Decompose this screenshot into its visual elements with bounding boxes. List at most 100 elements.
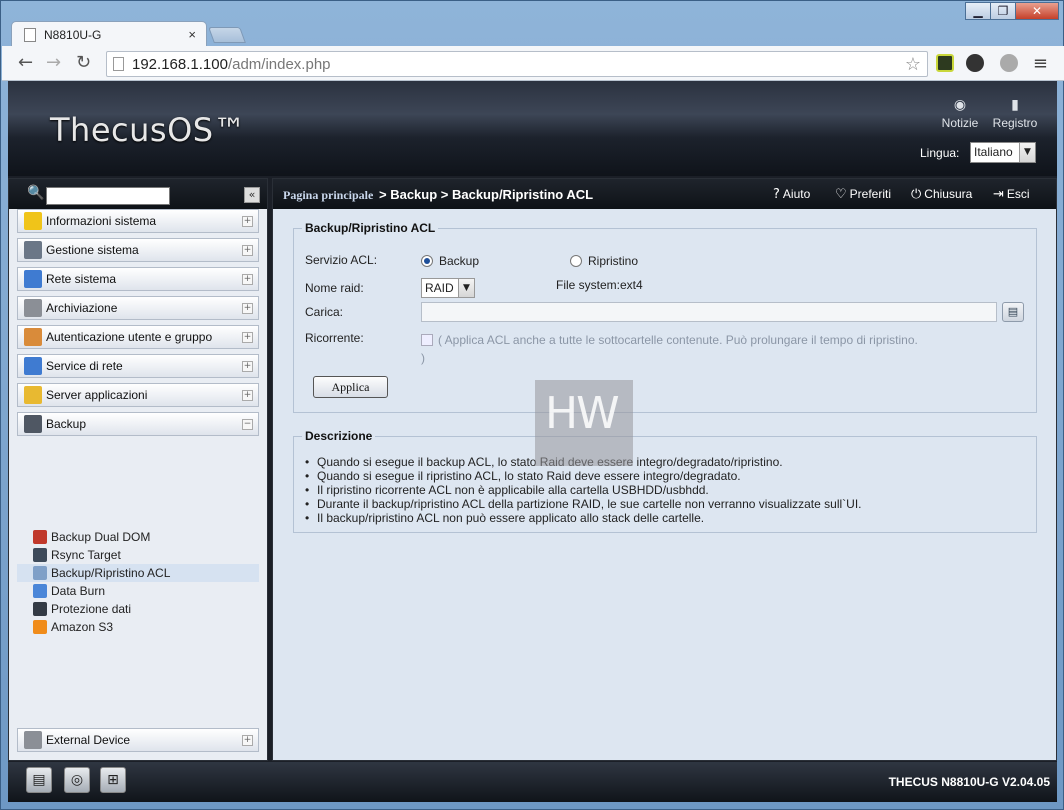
forward-icon[interactable]: → bbox=[46, 52, 61, 73]
category-icon bbox=[24, 415, 42, 433]
notifications-label: Notizie bbox=[941, 116, 979, 130]
logout-button[interactable]: ⇥ Esci bbox=[993, 187, 1030, 202]
favorites-button[interactable]: ♡ Preferiti bbox=[835, 187, 891, 202]
sidebar-item-label: External Device bbox=[46, 733, 131, 747]
bookmark-star-icon[interactable]: ☆ bbox=[905, 54, 921, 75]
language-select[interactable]: Italiano ▼ bbox=[970, 142, 1036, 163]
category-icon bbox=[24, 270, 42, 288]
new-tab-button[interactable] bbox=[208, 27, 246, 43]
description-item: Il ripristino ricorrente ACL non è appli… bbox=[305, 483, 861, 497]
thecus-app: ThecusOS™ ◉ Notizie ▮ Registro Lingua: I… bbox=[8, 81, 1057, 802]
sidebar-subitem-rsync-target[interactable]: Rsync Target bbox=[17, 546, 259, 564]
expand-icon[interactable]: + bbox=[242, 389, 253, 401]
tab-close-icon[interactable]: × bbox=[188, 27, 196, 42]
address-bar[interactable]: 192.168.1.100/adm/index.php ☆ bbox=[106, 51, 928, 77]
log-button[interactable]: ▮ Registro bbox=[990, 97, 1040, 130]
description-item: Il backup/ripristino ACL non può essere … bbox=[305, 511, 861, 525]
raid-select[interactable]: RAID ▼ bbox=[421, 278, 475, 298]
collapse-sidebar-icon[interactable]: « bbox=[244, 187, 260, 203]
sidebar-subitem-amazon-s3[interactable]: Amazon S3 bbox=[17, 618, 259, 636]
restore-radio-label[interactable]: Ripristino bbox=[588, 254, 638, 268]
apply-button[interactable]: Applica bbox=[313, 376, 388, 398]
expand-icon[interactable]: + bbox=[242, 360, 253, 372]
close-window-icon[interactable]: ✕ bbox=[1015, 2, 1059, 20]
rss-icon: ◉ bbox=[953, 97, 967, 113]
description-item: Quando si esegue il ripristino ACL, lo s… bbox=[305, 469, 861, 483]
breadcrumb-home-link[interactable]: Pagina principale bbox=[283, 188, 373, 203]
notifications-button[interactable]: ◉ Notizie bbox=[941, 97, 979, 130]
sidebar-subitem-label: Protezione dati bbox=[51, 602, 132, 616]
page-icon bbox=[113, 57, 124, 71]
recurring-checkbox[interactable] bbox=[421, 334, 433, 346]
thecus-logo: ThecusOS™ bbox=[50, 111, 247, 149]
subitem-icon bbox=[33, 602, 47, 616]
speech-bubble-icon: ▮ bbox=[1011, 97, 1019, 113]
sidebar-subitem-protezione-dati[interactable]: Protezione dati bbox=[17, 600, 259, 618]
minimize-icon[interactable]: ▁ bbox=[965, 2, 991, 20]
sidebar-item-external-device[interactable]: External Device + bbox=[17, 728, 259, 752]
sidebar-item-server-applicazioni[interactable]: Server applicazioni + bbox=[17, 383, 259, 407]
sidebar-item-rete-sistema[interactable]: Rete sistema + bbox=[17, 267, 259, 291]
main-panel: Pagina principale > Backup > Backup/Ripr… bbox=[272, 178, 1057, 761]
browser-menu-icon[interactable]: ≡ bbox=[1033, 53, 1048, 74]
sidebar-search-input[interactable] bbox=[46, 187, 170, 205]
expand-icon[interactable]: + bbox=[242, 302, 253, 314]
expand-icon[interactable]: + bbox=[242, 244, 253, 256]
acl-form-legend: Backup/Ripristino ACL bbox=[305, 221, 436, 235]
description-legend: Descrizione bbox=[305, 429, 373, 443]
restore-radio[interactable] bbox=[570, 255, 582, 267]
sidebar-subitem-data-burn[interactable]: Data Burn bbox=[17, 582, 259, 600]
upload-file-input[interactable] bbox=[421, 302, 997, 322]
help-icon: ? bbox=[773, 187, 780, 202]
browser-toolbar: ← → ↻ 192.168.1.100/adm/index.php ☆ ≡ bbox=[2, 46, 1064, 81]
extension-shield-icon[interactable] bbox=[1000, 54, 1018, 72]
sidebar-subitem-backup-ripristino-acl[interactable]: Backup/Ripristino ACL bbox=[17, 564, 259, 582]
back-icon[interactable]: ← bbox=[18, 52, 33, 73]
sidebar-item-label: Archiviazione bbox=[46, 301, 118, 315]
subitem-icon bbox=[33, 566, 47, 580]
sidebar-subitem-backup-dual-dom[interactable]: Backup Dual DOM bbox=[17, 528, 259, 546]
sidebar-item-backup[interactable]: Backup − bbox=[17, 412, 259, 436]
recurring-note-close: ) bbox=[421, 351, 425, 365]
shutdown-button[interactable]: ⏻ Chiusura bbox=[911, 187, 972, 202]
sidebar-subitem-label: Backup Dual DOM bbox=[51, 530, 151, 544]
expand-icon[interactable]: + bbox=[242, 215, 253, 227]
category-icon bbox=[24, 299, 42, 317]
help-button[interactable]: ? Aiuto bbox=[773, 187, 810, 202]
service-label: Servizio ACL: bbox=[305, 253, 378, 267]
sidebar-item-autenticazione-utente-e-gruppo[interactable]: Autenticazione utente e gruppo + bbox=[17, 325, 259, 349]
expand-icon[interactable]: + bbox=[242, 273, 253, 285]
expand-icon[interactable]: + bbox=[242, 331, 253, 343]
help-label: Aiuto bbox=[782, 187, 811, 201]
heart-icon: ♡ bbox=[835, 187, 847, 202]
network-tree-icon[interactable]: ⊞ bbox=[100, 767, 126, 793]
server-icon[interactable]: ▤ bbox=[26, 767, 52, 793]
extension-adblock-icon[interactable] bbox=[966, 54, 984, 72]
tab-title: N8810U-G bbox=[44, 27, 102, 42]
browse-file-icon[interactable]: ▤ bbox=[1002, 302, 1024, 322]
sidebar-item-label: Service di rete bbox=[46, 359, 123, 373]
sidebar-item-informazioni-sistema[interactable]: Informazioni sistema + bbox=[17, 209, 259, 233]
shutdown-label: Chiusura bbox=[924, 187, 973, 201]
backup-radio-label[interactable]: Backup bbox=[439, 254, 479, 268]
hw-watermark-logo: HW bbox=[535, 380, 633, 466]
sidebar-item-service-di-rete[interactable]: Service di rete + bbox=[17, 354, 259, 378]
sidebar-item-gestione-sistema[interactable]: Gestione sistema + bbox=[17, 238, 259, 262]
browser-tab[interactable]: N8810U-G × bbox=[11, 21, 207, 47]
sidebar-item-archiviazione[interactable]: Archiviazione + bbox=[17, 296, 259, 320]
recurring-note: ( Applica ACL anche a tutte le sottocart… bbox=[438, 333, 918, 347]
maximize-icon[interactable]: ❐ bbox=[990, 2, 1016, 20]
sidebar-item-label: Gestione sistema bbox=[46, 243, 139, 257]
backup-radio[interactable] bbox=[421, 255, 433, 267]
reload-icon[interactable]: ↻ bbox=[76, 52, 91, 73]
sidebar-subitem-label: Rsync Target bbox=[51, 548, 121, 562]
category-icon bbox=[24, 357, 42, 375]
disk-icon[interactable]: ◎ bbox=[64, 767, 90, 793]
collapse-icon[interactable]: − bbox=[242, 418, 253, 430]
exit-icon: ⇥ bbox=[993, 187, 1004, 202]
sidebar-subitem-label: Amazon S3 bbox=[51, 620, 114, 634]
subitem-icon bbox=[33, 584, 47, 598]
extension-check-icon[interactable] bbox=[936, 54, 954, 72]
expand-icon[interactable]: + bbox=[242, 734, 253, 746]
sidebar-item-label: Backup bbox=[46, 417, 87, 431]
